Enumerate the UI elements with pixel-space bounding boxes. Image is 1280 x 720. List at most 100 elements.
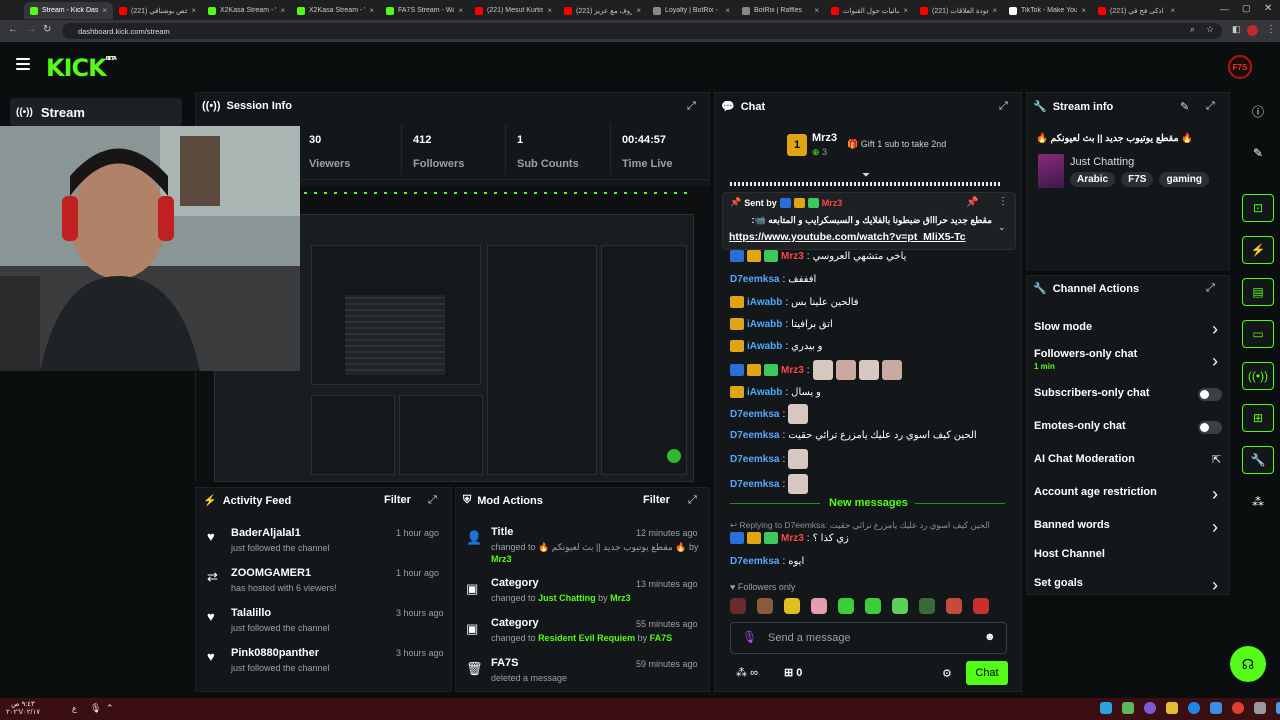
browser-tab[interactable]: (221) ملخص بوشناقي× xyxy=(113,2,202,19)
mod-action-value[interactable]: Just Chatting xyxy=(538,593,596,603)
browser-tab[interactable]: Loyalty | BotRix - × xyxy=(647,2,736,19)
settings-icon[interactable] xyxy=(1210,702,1222,714)
chat-username[interactable]: Mrz3 xyxy=(781,365,804,376)
tab-close-icon[interactable]: × xyxy=(1170,6,1175,15)
emote-image[interactable] xyxy=(946,598,962,614)
chevron-right-icon[interactable]: › xyxy=(1212,484,1218,505)
activity-username[interactable]: BaderAljalal1 xyxy=(231,527,301,539)
emote-image[interactable] xyxy=(784,598,800,614)
chat-message[interactable]: D7eemksa: ايوه xyxy=(730,556,804,567)
folder-icon[interactable] xyxy=(1166,702,1178,714)
browser-tab[interactable]: إحصائيات حول القنوات × xyxy=(825,2,914,19)
mod-action-value[interactable]: Resident Evil Requiem xyxy=(538,633,635,643)
tab-close-icon[interactable]: × xyxy=(992,6,997,15)
toggle-switch[interactable] xyxy=(1198,421,1222,434)
browser-menu-icon[interactable]: ⋮ xyxy=(1266,24,1276,35)
chevron-down-icon[interactable]: ⌄ xyxy=(998,222,1006,233)
maximize-icon[interactable]: ▢ xyxy=(1242,3,1251,14)
external-link-icon[interactable]: ⇱ xyxy=(1212,453,1221,466)
chrome-icon[interactable] xyxy=(1232,702,1244,714)
pencil-icon[interactable]: ✎ xyxy=(1242,139,1274,167)
obs-icon[interactable] xyxy=(1144,702,1156,714)
channel-action-item[interactable]: AI Chat Moderation xyxy=(1034,453,1135,465)
expand-icon[interactable]: ⤢ xyxy=(1206,100,1215,113)
edge-icon[interactable] xyxy=(1188,702,1200,714)
reload-icon[interactable]: ↻ xyxy=(43,24,51,35)
browser-tab[interactable]: (221) عودة العلاقات × xyxy=(914,2,1003,19)
notes-icon[interactable]: ▤ xyxy=(1242,278,1274,306)
screen-capture-icon[interactable]: ⊡ xyxy=(1242,194,1274,222)
toggle-switch[interactable] xyxy=(1198,388,1222,401)
expand-icon[interactable]: ⤢ xyxy=(688,494,697,507)
app-icon[interactable] xyxy=(1254,702,1266,714)
minimize-icon[interactable]: — xyxy=(1220,4,1229,14)
activity-username[interactable]: Pink0880panther xyxy=(231,647,319,659)
expand-icon[interactable]: ⤢ xyxy=(687,100,696,113)
forward-icon[interactable]: → xyxy=(26,24,36,35)
tab-close-icon[interactable]: × xyxy=(369,6,374,15)
broadcast-icon[interactable]: ((•)) xyxy=(1242,362,1274,390)
expand-icon[interactable]: ⤢ xyxy=(1206,282,1215,295)
lightning-icon[interactable]: ⚡ xyxy=(1242,236,1274,264)
emote-image[interactable] xyxy=(811,598,827,614)
channel-action-item[interactable]: Slow mode xyxy=(1034,321,1092,333)
chat-username[interactable]: D7eemksa xyxy=(730,430,779,441)
expand-icon[interactable]: ⤢ xyxy=(428,494,437,507)
chat-message[interactable]: Mrz3: زي كذا ؟ xyxy=(730,532,849,544)
chat-username[interactable]: D7eemksa xyxy=(730,479,779,490)
chat-username[interactable]: iAwabb xyxy=(747,341,782,352)
app-icon[interactable] xyxy=(1122,702,1134,714)
chat-settings-icon[interactable]: ⚙ xyxy=(942,667,952,680)
mod-action-user[interactable]: FA7S xyxy=(650,633,673,643)
chat-username[interactable]: Mrz3 xyxy=(781,251,804,262)
browser-tab[interactable]: FA7S Stream - Watc× xyxy=(380,2,469,19)
chat-username[interactable]: D7eemksa xyxy=(730,274,779,285)
browser-tab[interactable]: (221) حروف مع عزيز× xyxy=(558,2,647,19)
collapse-icon[interactable]: ⏷ xyxy=(862,170,870,181)
hamburger-menu-icon[interactable] xyxy=(16,58,30,70)
chat-message[interactable]: Mrz3: xyxy=(730,360,902,380)
tab-close-icon[interactable]: × xyxy=(725,6,730,15)
tab-close-icon[interactable]: × xyxy=(102,6,107,15)
windows-start-icon[interactable] xyxy=(1276,702,1280,714)
microphone-icon[interactable]: 🎙 xyxy=(742,630,757,644)
browser-tab[interactable]: X2Kasa Stream - Wa × xyxy=(202,2,291,19)
chat-username[interactable]: iAwabb xyxy=(747,387,782,398)
extension-icon[interactable]: ◧ xyxy=(1232,24,1241,35)
chevron-up-icon[interactable]: ⌃ xyxy=(106,703,114,714)
taskbar-language[interactable]: ع xyxy=(72,704,77,713)
channel-avatar[interactable]: F7S xyxy=(1228,55,1252,79)
chat-message[interactable]: iAwabb: و بيدري xyxy=(730,340,823,352)
drops-count[interactable]: ⊞ 0 xyxy=(784,666,802,679)
search-icon[interactable]: ⌕ xyxy=(1190,24,1195,35)
mod-filter-button[interactable]: Filter xyxy=(643,494,670,506)
emote-image[interactable] xyxy=(973,598,989,614)
chat-username[interactable]: iAwabb xyxy=(747,319,782,330)
expand-icon[interactable]: ⤢ xyxy=(999,100,1008,113)
chat-message[interactable]: iAwabb: اتق برافيتا xyxy=(730,318,833,330)
tab-close-icon[interactable]: × xyxy=(547,6,552,15)
browser-tab[interactable]: X2Kasa Stream - Wa × xyxy=(291,2,380,19)
browser-tab[interactable]: BotRix | Raffles × xyxy=(736,2,825,19)
channel-action-item[interactable]: Banned words xyxy=(1034,519,1110,531)
stream-category[interactable]: Just Chatting xyxy=(1070,156,1134,168)
chat-message[interactable]: iAwabb: و يسال xyxy=(730,386,821,398)
channel-action-item[interactable]: Subscribers-only chat xyxy=(1034,387,1150,399)
tab-close-icon[interactable]: × xyxy=(191,6,196,15)
more-options-icon[interactable]: ⋮ xyxy=(998,196,1008,207)
microphone-icon[interactable]: 🎙 xyxy=(90,703,101,714)
chat-message[interactable]: Mrz3: ياخي متشهي العروسي xyxy=(730,250,906,262)
chat-message[interactable]: D7eemksa: الحين كيف اسوي رد عليك يامزرع ت… xyxy=(730,430,977,441)
taskbar-clock[interactable]: ٩:٤٣ ص ٢٠٢٦/٠٢/١٧ xyxy=(6,701,40,717)
back-icon[interactable]: ← xyxy=(8,24,18,35)
channel-action-item[interactable]: Account age restriction xyxy=(1034,486,1157,498)
channel-action-item[interactable]: Set goals xyxy=(1034,577,1083,589)
activity-username[interactable]: Talalillo xyxy=(231,607,271,619)
chat-icon[interactable]: ▭ xyxy=(1242,320,1274,348)
tab-close-icon[interactable]: × xyxy=(903,6,908,15)
stream-tag[interactable]: Arabic xyxy=(1070,172,1116,187)
tab-close-icon[interactable]: × xyxy=(280,6,285,15)
channel-action-item[interactable]: Followers-only chat xyxy=(1034,348,1137,360)
chat-message[interactable]: D7eemksa: افففف xyxy=(730,274,816,285)
support-headset-icon[interactable]: ☊ xyxy=(1230,646,1266,682)
